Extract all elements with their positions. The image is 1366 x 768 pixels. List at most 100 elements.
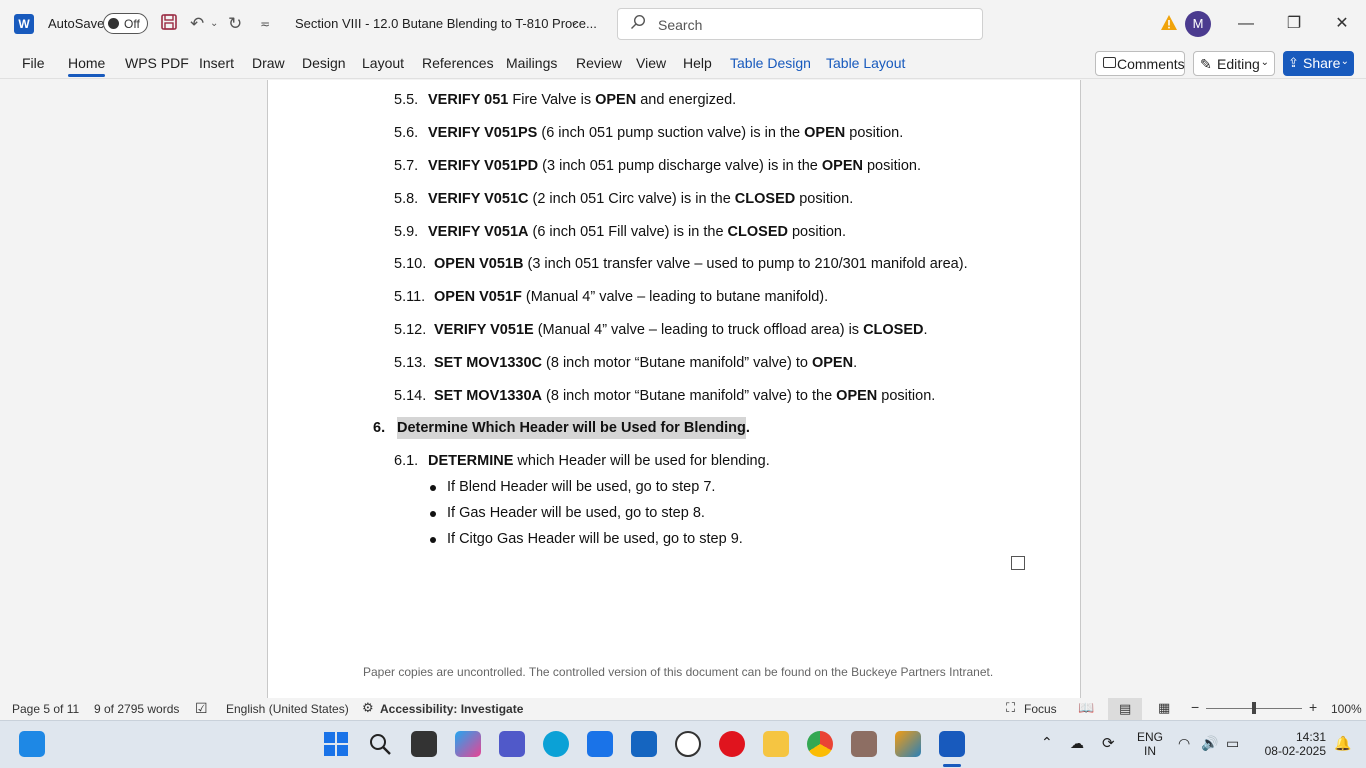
close-icon[interactable]: ✕	[1327, 10, 1357, 38]
dell-icon[interactable]	[675, 731, 701, 757]
copilot-icon[interactable]	[455, 731, 481, 757]
save-icon[interactable]	[160, 13, 178, 35]
tab-table-design[interactable]: Table Design	[730, 55, 811, 71]
start-icon[interactable]	[323, 731, 349, 757]
powerautomate-icon[interactable]	[631, 731, 657, 757]
chevron-down-icon[interactable]: ⌄	[570, 15, 579, 28]
zoom-slider-thumb[interactable]	[1252, 702, 1256, 714]
table-checkbox[interactable]	[1011, 556, 1025, 570]
tab-layout[interactable]: Layout	[362, 55, 404, 71]
teams-icon[interactable]	[499, 731, 525, 757]
read-mode-icon[interactable]: 📖	[1078, 700, 1094, 716]
pencil-icon: ✎	[1200, 56, 1212, 72]
battery-icon[interactable]: ▭	[1226, 735, 1239, 752]
list-item[interactable]: If Gas Header will be used, go to step 8…	[447, 505, 705, 521]
step-keyword: VERIFY V051PD	[428, 158, 539, 174]
avatar[interactable]: M	[1185, 11, 1211, 37]
document-page[interactable]: 5.5. VERIFY 051 Fire Valve is OPEN and en…	[267, 80, 1081, 698]
share-label: Share	[1303, 55, 1341, 71]
clock[interactable]: 14:31 08-02-2025	[1258, 730, 1326, 758]
zoom-in-icon[interactable]: +	[1309, 699, 1317, 715]
comments-button[interactable]: Comments	[1095, 51, 1185, 76]
tab-insert[interactable]: Insert	[199, 55, 234, 71]
active-app-indicator	[943, 764, 961, 767]
list-item[interactable]: If Citgo Gas Header will be used, go to …	[447, 531, 743, 547]
widgets-icon[interactable]	[19, 731, 45, 757]
step-detail: (3 inch 051 pump discharge valve) is in …	[538, 158, 822, 174]
language-status[interactable]: English (United States)	[226, 702, 349, 716]
step-keyword: CLOSED	[727, 224, 788, 240]
chevron-up-icon[interactable]: ⌃	[1041, 734, 1053, 751]
autosave-state: Off	[124, 17, 140, 31]
step-detail: (6 inch 051 pump suction valve) is in th…	[537, 125, 805, 141]
step-keyword: OPEN V051F	[434, 289, 522, 305]
ribbon-tabs: File Home WPS PDF Insert Draw Design Lay…	[0, 48, 1366, 79]
step-keyword: VERIFY V051PS	[428, 125, 538, 141]
tab-draw[interactable]: Draw	[252, 55, 285, 71]
chrome-icon[interactable]	[807, 731, 833, 757]
volume-icon[interactable]: 🔊	[1201, 735, 1218, 752]
cloud-icon[interactable]: ☁	[1070, 735, 1084, 752]
undo-icon[interactable]: ↶	[190, 13, 204, 35]
opera-icon[interactable]	[719, 731, 745, 757]
tab-references[interactable]: References	[422, 55, 494, 71]
zoom-level[interactable]: 100%	[1331, 702, 1362, 716]
task-view-icon[interactable]	[411, 731, 437, 757]
zoom-out-icon[interactable]: −	[1191, 699, 1199, 715]
file-explorer-icon[interactable]	[763, 731, 789, 757]
store-icon[interactable]	[587, 731, 613, 757]
document-title[interactable]: Section VIII - 12.0 Butane Blending to T…	[295, 16, 597, 31]
editing-mode-button[interactable]: ✎ Editing ⌄	[1193, 51, 1275, 76]
print-layout-icon[interactable]: ▤	[1108, 698, 1142, 720]
bullet-icon	[430, 485, 436, 491]
customize-toolbar-icon[interactable]: ≂	[260, 13, 270, 35]
step-number: 5.9.	[394, 224, 419, 240]
remote-app-icon[interactable]	[851, 731, 877, 757]
tab-home[interactable]: Home	[68, 55, 106, 77]
redo-icon[interactable]: ↻	[228, 13, 242, 35]
proofing-icon[interactable]: ☑	[195, 700, 208, 717]
notification-icon[interactable]: 🔔	[1334, 735, 1351, 752]
sync-icon[interactable]: ⟳	[1102, 734, 1115, 752]
tab-review[interactable]: Review	[576, 55, 622, 71]
step-detail: position.	[845, 125, 904, 141]
warning-icon[interactable]	[1160, 14, 1178, 32]
tab-table-layout[interactable]: Table Layout	[826, 55, 905, 71]
status-bar: Page 5 of 11 9 of 2795 words ☑ English (…	[0, 698, 1366, 720]
search-input[interactable]: Search	[617, 8, 983, 40]
tab-wps-pdf[interactable]: WPS PDF	[125, 55, 189, 71]
step-keyword: SET MOV1330A	[434, 388, 542, 404]
wifi-icon[interactable]: ◠	[1178, 735, 1190, 752]
photos-icon[interactable]	[895, 731, 921, 757]
step-keyword: VERIFY V051C	[428, 191, 529, 207]
step-detail: .	[923, 322, 928, 338]
tab-file[interactable]: File	[22, 55, 45, 71]
edge-icon[interactable]	[543, 731, 569, 757]
tab-design[interactable]: Design	[302, 55, 346, 71]
step-text: VERIFY V051PD (3 inch 051 pump discharge…	[428, 158, 921, 174]
accessibility-status[interactable]: Accessibility: Investigate	[380, 702, 523, 716]
search-icon	[631, 14, 646, 29]
substep-number: 6.1.	[394, 453, 419, 469]
step-text: SET MOV1330C (8 inch motor “Butane manif…	[434, 355, 857, 371]
word-count[interactable]: 9 of 2795 words	[94, 702, 179, 716]
step-keyword: VERIFY V051A	[428, 224, 529, 240]
input-language[interactable]: ENG IN	[1136, 730, 1164, 758]
focus-button[interactable]: Focus	[1024, 702, 1057, 716]
autosave-toggle[interactable]: Off	[103, 13, 148, 34]
step-detail: .	[853, 355, 858, 371]
undo-dropdown-chevron-icon[interactable]: ⌄	[210, 13, 218, 35]
step-text: VERIFY V051PS (6 inch 051 pump suction v…	[428, 125, 903, 141]
minimize-icon[interactable]: —	[1231, 10, 1261, 38]
word-icon[interactable]	[939, 731, 965, 757]
search-icon[interactable]	[367, 731, 393, 757]
tab-help[interactable]: Help	[683, 55, 712, 71]
list-item[interactable]: If Blend Header will be used, go to step…	[447, 479, 715, 495]
restore-icon[interactable]: ❐	[1279, 10, 1309, 38]
step-number: 5.10.	[394, 256, 427, 272]
page-count[interactable]: Page 5 of 11	[12, 702, 79, 716]
tab-mailings[interactable]: Mailings	[506, 55, 557, 71]
share-button[interactable]: ⇪ Share ⌄	[1283, 51, 1354, 76]
web-layout-icon[interactable]: ▦	[1158, 700, 1170, 716]
tab-view[interactable]: View	[636, 55, 666, 71]
